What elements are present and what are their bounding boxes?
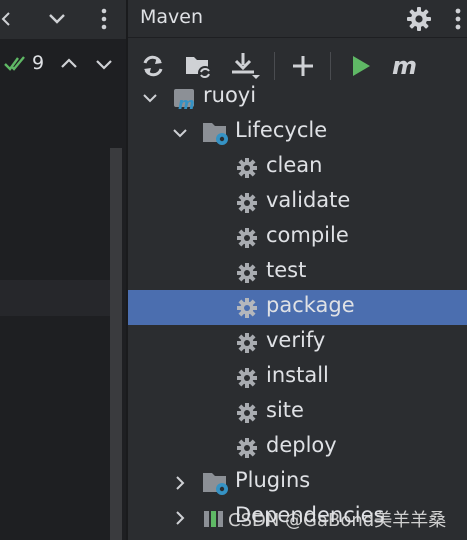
goal-label: deploy [266, 433, 337, 457]
svg-text:m: m [178, 94, 195, 111]
previous-highlight-icon[interactable] [59, 54, 79, 74]
goal-row-clean[interactable]: clean [128, 150, 467, 185]
goal-label: clean [266, 153, 323, 177]
maven-module-icon: m [174, 89, 195, 111]
execute-goal-button[interactable]: m [390, 51, 424, 81]
run-button[interactable] [346, 51, 376, 81]
maven-toolbar: m [128, 44, 467, 88]
goal-label: compile [266, 223, 349, 247]
goal-row-deploy[interactable]: deploy [128, 430, 467, 465]
more-options-icon[interactable] [94, 6, 114, 32]
chevron-down-icon[interactable] [44, 6, 70, 32]
goal-row-test[interactable]: test [128, 255, 467, 290]
scroll-tabs-left-icon[interactable] [0, 6, 12, 32]
goal-label: verify [266, 328, 326, 352]
folder-reload-icon [186, 57, 212, 80]
goal-gear-icon [237, 193, 257, 213]
inspection-widget: 9 [0, 44, 122, 84]
tree-node-project[interactable]: m ruoyi [128, 84, 467, 115]
chevron-right-icon[interactable] [172, 475, 188, 491]
maven-project-tree: m ruoyi Lifecycle clean validate compile… [128, 84, 467, 540]
lifecycle-folder-icon [203, 123, 228, 145]
project-label: ruoyi [203, 84, 257, 107]
double-check-icon [4, 56, 25, 71]
toolbar-separator [274, 52, 275, 80]
add-project-button[interactable] [288, 51, 318, 81]
goal-row-install[interactable]: install [128, 360, 467, 395]
goal-gear-icon [237, 298, 257, 318]
toolbar-separator [330, 52, 331, 80]
editor-scrollbar[interactable] [110, 148, 122, 540]
next-highlight-icon[interactable] [94, 54, 114, 74]
editor-pane: 9 [0, 0, 128, 540]
editor-caret-line [0, 280, 110, 316]
goal-row-site[interactable]: site [128, 395, 467, 430]
chevron-down-icon[interactable] [172, 125, 188, 141]
download-icon [232, 53, 260, 79]
goal-row-compile[interactable]: compile [128, 220, 467, 255]
goal-gear-icon [237, 263, 257, 283]
chevron-right-icon[interactable] [172, 510, 188, 526]
svg-text:m: m [392, 54, 417, 78]
editor-tab-bar [0, 0, 128, 40]
goal-gear-icon [237, 333, 257, 353]
plugins-folder-icon [203, 473, 228, 495]
tree-node-lifecycle[interactable]: Lifecycle [128, 115, 467, 150]
goal-label: test [266, 258, 307, 282]
generate-sources-button[interactable] [184, 51, 214, 81]
goal-row-validate[interactable]: validate [128, 185, 467, 220]
inspection-status[interactable]: 9 [4, 52, 44, 74]
run-icon [353, 56, 370, 76]
more-options-icon[interactable] [446, 6, 467, 32]
goal-row-verify[interactable]: verify [128, 325, 467, 360]
settings-gear-icon[interactable] [406, 6, 432, 32]
goal-gear-icon [237, 228, 257, 248]
plugins-label: Plugins [235, 468, 311, 492]
watermark-text: CSDN @GaBond美羊羊桑 [228, 510, 447, 531]
goal-label: package [266, 293, 355, 317]
tree-node-plugins[interactable]: Plugins [128, 465, 467, 500]
goal-gear-icon [237, 438, 257, 458]
maven-tool-window-header: Maven [128, 0, 467, 38]
download-sources-button[interactable] [230, 51, 260, 81]
reload-icon [143, 55, 163, 77]
inspection-count: 9 [32, 52, 45, 74]
lifecycle-label: Lifecycle [235, 118, 328, 142]
goal-label: site [266, 398, 304, 422]
maven-m-icon: m [392, 54, 417, 78]
plus-icon [293, 56, 313, 76]
goal-row-package[interactable]: package [128, 290, 467, 325]
goal-gear-icon [237, 368, 257, 388]
maven-title: Maven [140, 6, 204, 28]
reload-button[interactable] [138, 51, 168, 81]
goal-label: install [266, 363, 329, 387]
goal-gear-icon [237, 403, 257, 423]
goal-label: validate [266, 188, 351, 212]
chevron-down-icon[interactable] [142, 90, 158, 106]
goal-gear-icon [237, 158, 257, 178]
